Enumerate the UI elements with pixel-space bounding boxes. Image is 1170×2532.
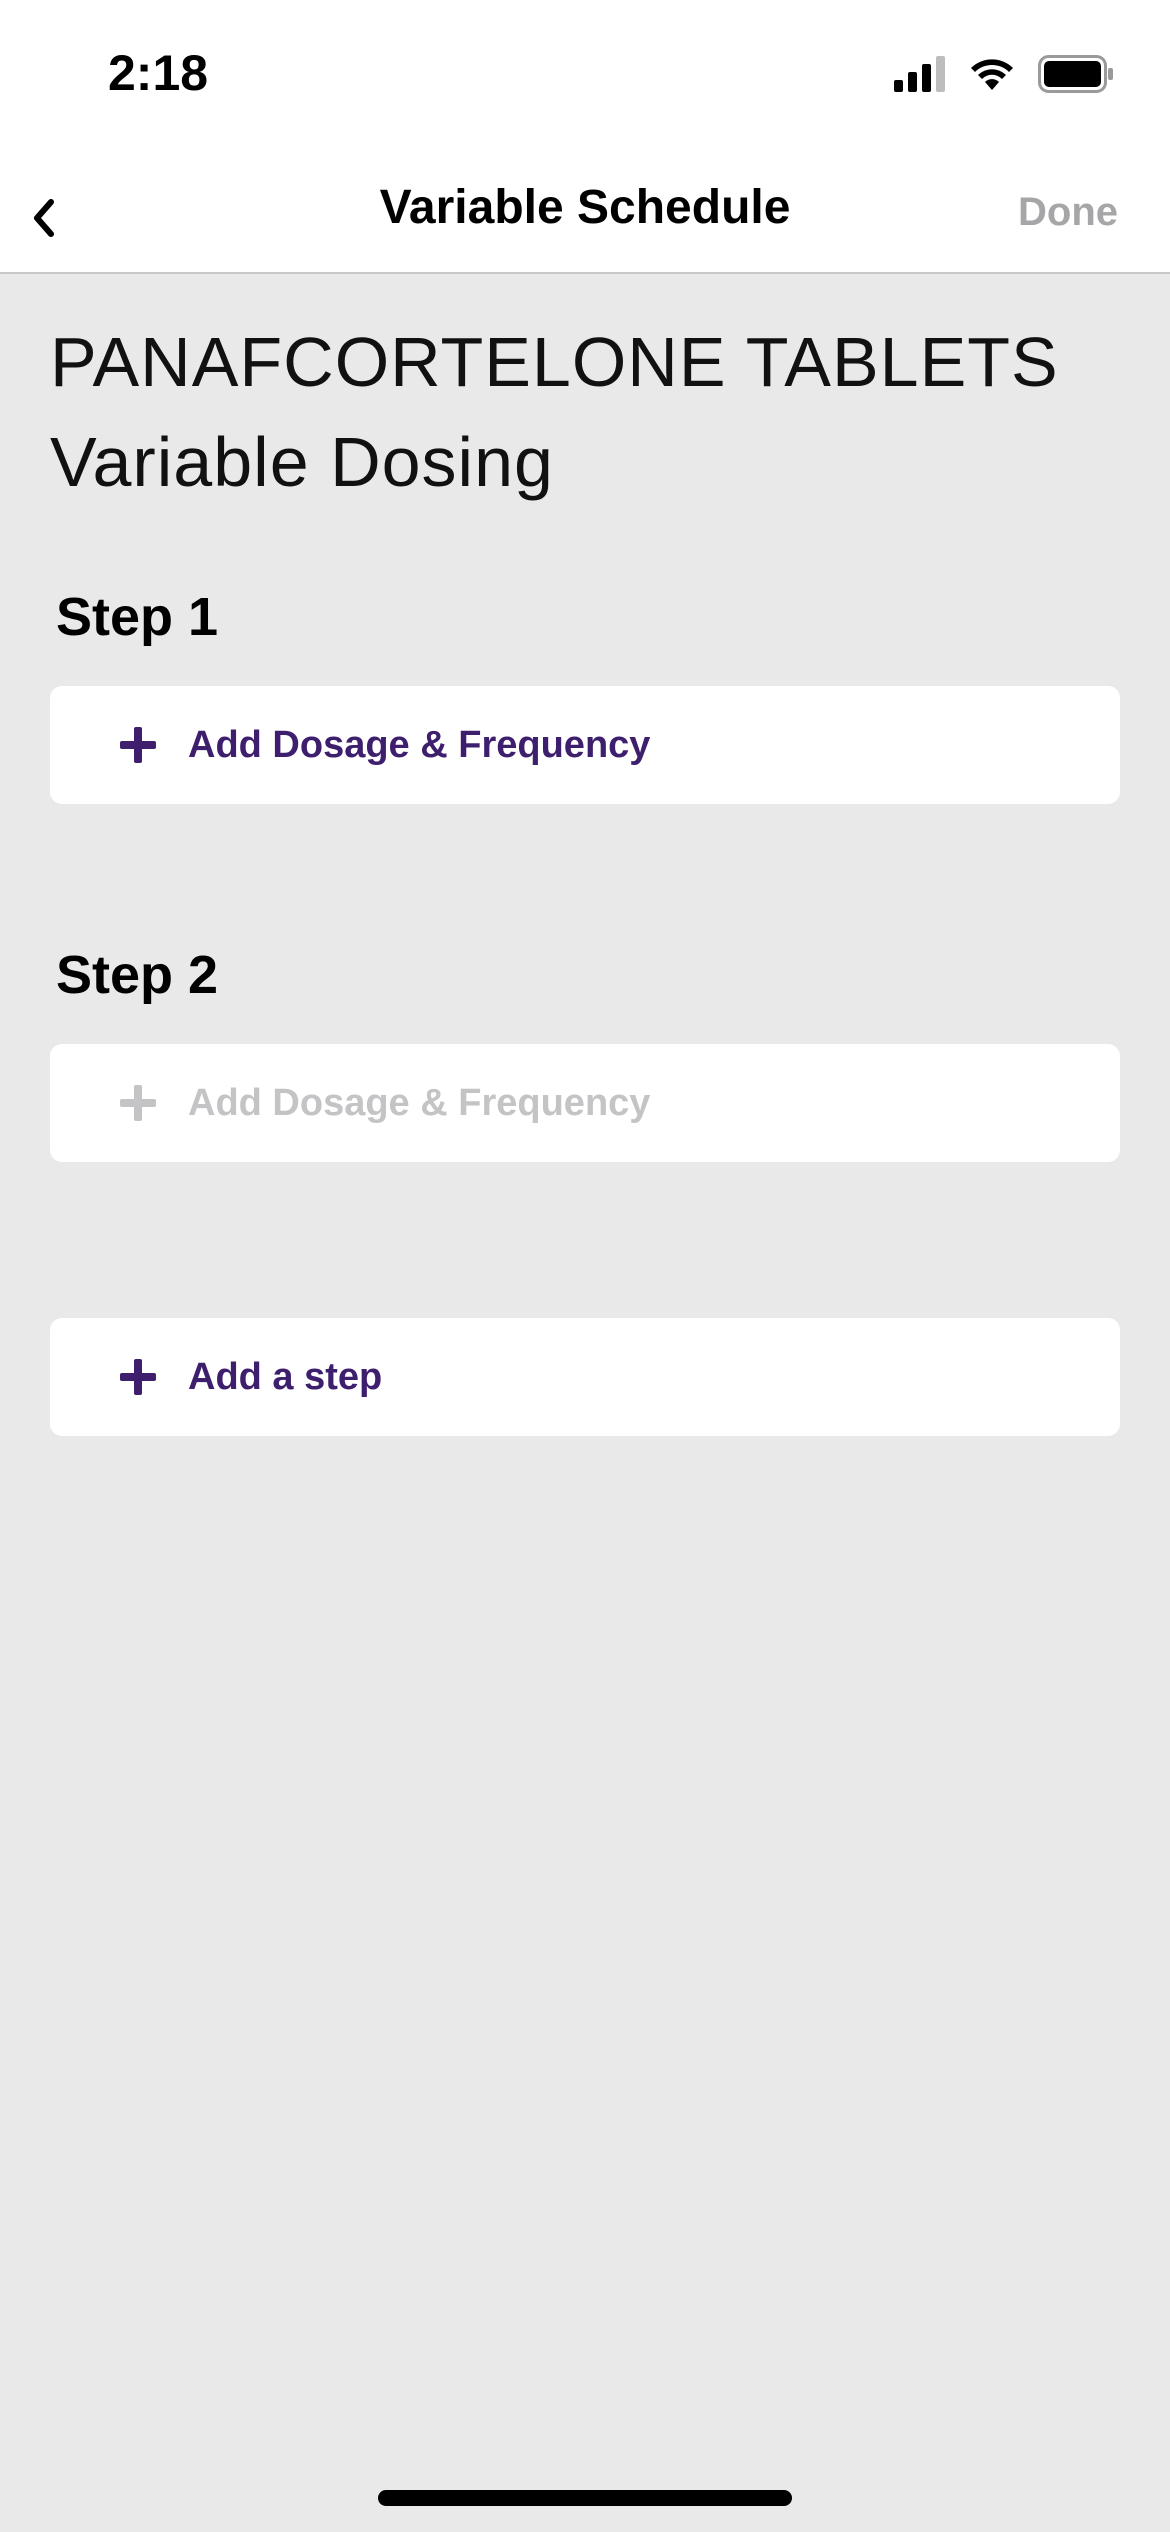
add-step-label: Add a step	[188, 1355, 383, 1398]
step-1-add-dosage-label: Add Dosage & Frequency	[188, 723, 651, 766]
medication-subtitle: Variable Dosing	[50, 423, 554, 501]
step-1-add-dosage-button[interactable]: Add Dosage & Frequency	[50, 686, 1120, 804]
medication-header: PANAFCORTELONE TABLETS Variable Dosing	[50, 312, 1130, 512]
status-bar: 2:18	[0, 0, 1170, 150]
step-1-heading: Step 1	[56, 587, 219, 647]
plus-icon	[108, 1357, 168, 1397]
status-icons	[894, 52, 1114, 96]
battery-icon	[1038, 55, 1113, 93]
medication-name: PANAFCORTELONE TABLETS	[50, 323, 1059, 401]
home-indicator[interactable]	[378, 2490, 792, 2506]
done-button[interactable]: Done	[1018, 190, 1118, 235]
status-time: 2:18	[108, 45, 209, 101]
navigation-bar: Variable Schedule Done	[0, 150, 1170, 274]
step-2-add-dosage-label: Add Dosage & Frequency	[188, 1081, 651, 1124]
step-2-heading: Step 2	[56, 945, 219, 1005]
cellular-signal-icon	[894, 56, 945, 92]
wifi-icon	[971, 59, 1013, 90]
add-step-button[interactable]: Add a step	[50, 1318, 1120, 1436]
step-2-add-dosage-button[interactable]: Add Dosage & Frequency	[50, 1044, 1120, 1162]
plus-icon	[108, 725, 168, 765]
nav-title: Variable Schedule	[379, 181, 791, 234]
plus-icon	[108, 1083, 168, 1123]
